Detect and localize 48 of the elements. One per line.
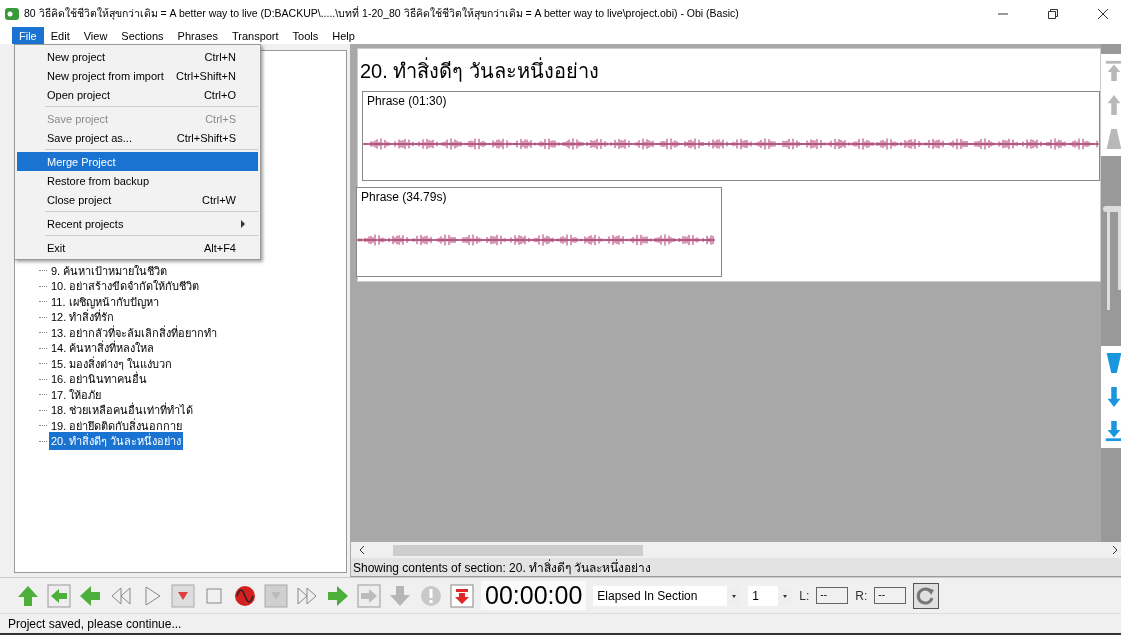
box-left-icon[interactable] xyxy=(47,583,71,608)
menu-item[interactable]: New project from import Ctrl+Shift+N xyxy=(17,66,258,85)
arrow-right-icon[interactable] xyxy=(326,583,350,608)
tree-item[interactable]: 12. ทำสิ่งที่รัก xyxy=(49,308,117,327)
menu-item[interactable]: Save project as... Ctrl+Shift+S xyxy=(17,128,258,147)
app-icon xyxy=(4,5,20,22)
menu-item[interactable]: Open project Ctrl+O xyxy=(17,85,258,104)
phrase-block[interactable]: Phrase (34.79s) xyxy=(356,187,722,277)
time-display: 00:00:00 xyxy=(481,581,587,610)
menu-item[interactable]: Merge Project xyxy=(17,152,258,171)
step-dropdown[interactable]: 1 xyxy=(748,585,793,606)
menu-item[interactable]: Tools xyxy=(285,27,326,44)
restore-icon xyxy=(1048,8,1058,19)
reset-button[interactable] xyxy=(913,582,940,609)
menu-item[interactable]: View xyxy=(76,27,115,44)
right-label: R: xyxy=(855,588,868,603)
menu-item[interactable]: Help xyxy=(325,27,362,44)
monitor-icon[interactable] xyxy=(233,583,257,608)
scrollbar-thumb[interactable] xyxy=(393,544,643,556)
record-mark-icon[interactable] xyxy=(171,583,195,608)
window-title: 80 วิธีคิดใช้ชีวิตให้สุขกว่าเดิม = A better way to live (D:BACKUP\.....\บทที่ 1-20_80 วิธีคิดใช้ชีวิตให้สุขกว่าเดิม = A better way to live\project.obi) - Obi (Basic) xyxy=(24,5,740,22)
submenu-arrow-icon xyxy=(240,219,246,228)
status-text: Project saved, please continue... xyxy=(8,616,182,631)
section-title: 20. ทำสิ่งดีๆ วันละหนึ่งอย่าง xyxy=(360,55,599,91)
phrase-label: Phrase (01:30) xyxy=(366,93,448,110)
menu-item[interactable]: Transport xyxy=(224,27,286,44)
arrow-to-bar-icon[interactable] xyxy=(450,583,474,608)
phrase-block[interactable]: Phrase (01:30) xyxy=(362,91,1100,181)
time-mode-dropdown[interactable]: Elapsed In Section xyxy=(593,585,742,606)
menu-item[interactable]: Recent projects xyxy=(17,214,258,233)
phrase-label: Phrase (34.79s) xyxy=(360,189,448,206)
menu-item[interactable]: Close project Ctrl+W xyxy=(17,190,258,209)
menu-item[interactable]: File xyxy=(12,27,44,44)
menu-item[interactable]: Restore from backup xyxy=(17,171,258,190)
arrow-left-icon[interactable] xyxy=(78,583,102,608)
tree-item[interactable]: 9. ค้นหาเป้าหมายในชีวิต xyxy=(49,261,170,280)
reset-icon xyxy=(916,585,937,606)
menu-item[interactable]: Exit Alt+F4 xyxy=(17,238,258,257)
tree-item[interactable]: 20. ทำสิ่งดีๆ วันละหนึ่งอย่าง xyxy=(49,432,184,451)
left-field[interactable]: -- xyxy=(816,587,849,604)
menu-item[interactable]: Phrases xyxy=(170,27,225,44)
right-field[interactable]: -- xyxy=(874,587,907,604)
section-status-text: Showing contents of section: 20. ทำสิ่งดีๆ วันละหนึ่งอย่าง xyxy=(353,558,652,577)
close-icon xyxy=(1098,8,1108,19)
menu-item[interactable]: New project Ctrl+N xyxy=(17,47,258,66)
left-label: L: xyxy=(799,588,810,603)
menu-item[interactable]: Sections xyxy=(114,27,171,44)
menu-item[interactable]: Edit xyxy=(43,27,77,44)
